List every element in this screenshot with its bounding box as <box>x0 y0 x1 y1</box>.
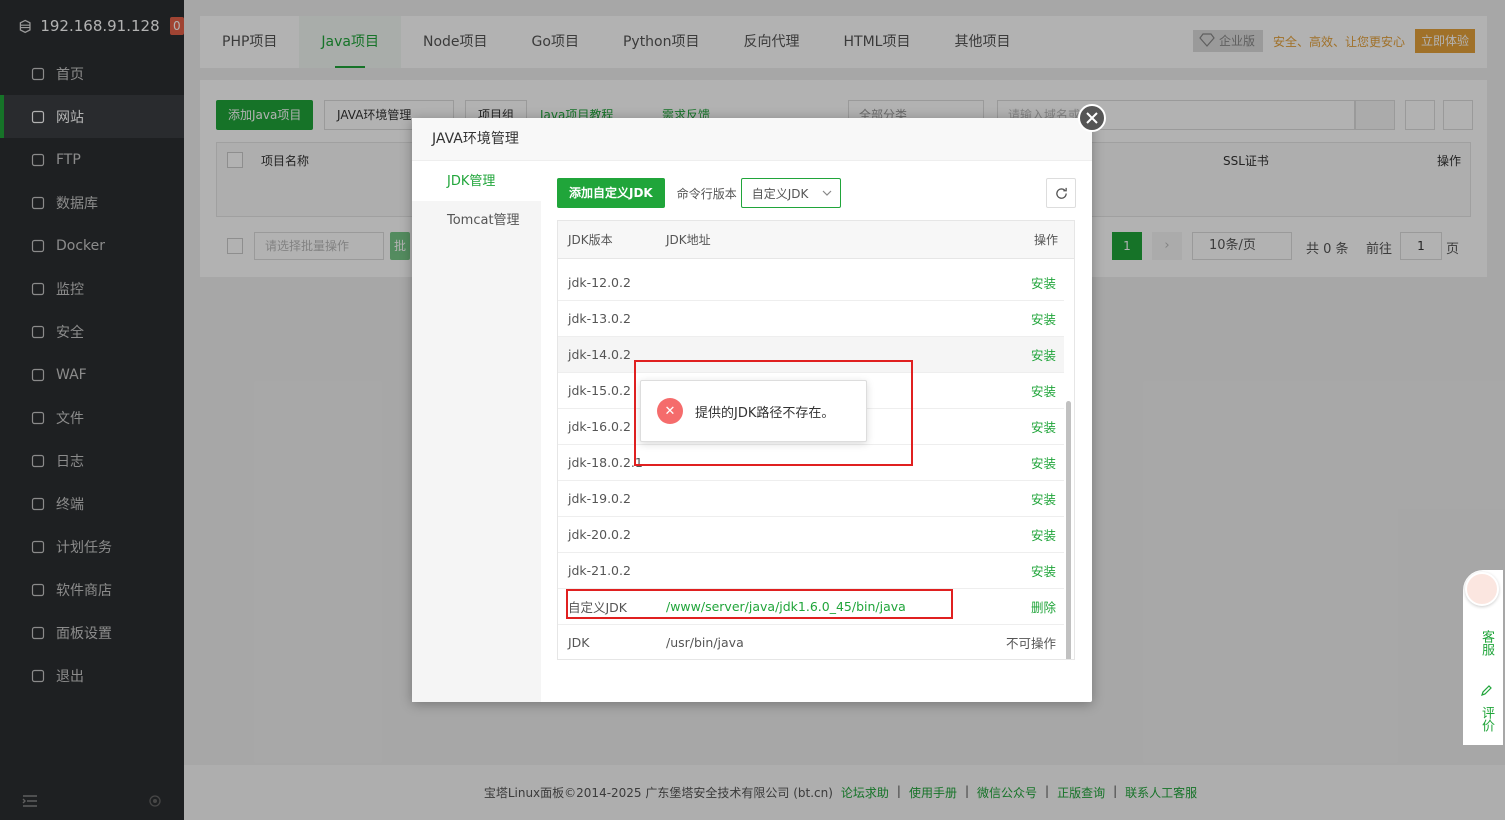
cmd-version-label: 命令行版本 <box>676 186 737 201</box>
jdk-action-button[interactable]: 安装 <box>992 381 1064 400</box>
jdk-row: jdk-19.0.2 安装 <box>558 481 1064 517</box>
jdk-version: JDK <box>568 635 590 650</box>
error-toast: ✕ 提供的JDK路径不存在。 <box>640 380 867 442</box>
error-message: 提供的JDK路径不存在。 <box>695 405 835 421</box>
jdk-action-button: 不可操作 <box>1005 636 1056 651</box>
col-jdk-path: JDK地址 <box>666 233 711 247</box>
service-avatar[interactable] <box>1465 572 1499 606</box>
rate-label[interactable]: 评价 <box>1479 706 1494 732</box>
jdk-action-button[interactable]: 安装 <box>992 525 1064 544</box>
jdk-version: jdk-19.0.2 <box>568 491 631 506</box>
dialog-side-tabs: JDK管理 Tomcat管理 <box>412 162 541 702</box>
chevron-down-icon <box>822 190 832 196</box>
jdk-action-button[interactable]: 安装 <box>992 453 1064 472</box>
jdk-row: jdk-20.0.2 安装 <box>558 517 1064 553</box>
jdk-action-button[interactable]: 安装 <box>992 489 1064 508</box>
jdk-action-button[interactable]: 安装 <box>992 273 1064 292</box>
dialog-close-button[interactable] <box>1078 104 1106 132</box>
refresh-icon <box>1055 187 1067 199</box>
tab-jdk-management[interactable]: JDK管理 <box>412 162 541 201</box>
jdk-toolbar: 添加自定义JDK 命令行版本 自定义JDK <box>557 178 1076 208</box>
jdk-row: JDK/usr/bin/java 不可操作 <box>558 625 1064 659</box>
close-icon <box>1086 112 1098 124</box>
jdk-version: jdk-12.0.2 <box>568 275 631 290</box>
annotation-box-custom-jdk <box>566 589 953 619</box>
cmd-version-value: 自定义JDK <box>751 186 809 201</box>
refresh-jdk-button[interactable] <box>1046 178 1076 208</box>
add-custom-jdk-button[interactable]: 添加自定义JDK <box>557 178 665 208</box>
jdk-version: jdk-13.0.2 <box>568 311 631 326</box>
jdk-version: jdk-20.0.2 <box>568 527 631 542</box>
jdk-action-button[interactable]: 安装 <box>992 345 1064 364</box>
customer-service-float[interactable]: 客服 评价 <box>1463 570 1503 745</box>
col-jdk-action: 操作 <box>1033 233 1058 247</box>
tab-tomcat-management[interactable]: Tomcat管理 <box>412 201 541 240</box>
jdk-row: jdk-12.0.2 安装 <box>558 265 1064 301</box>
edit-icon <box>1481 685 1492 696</box>
jdk-table-header: JDK版本 JDK地址 操作 <box>558 221 1074 259</box>
jdk-action-button[interactable]: 安装 <box>992 561 1064 580</box>
jdk-row: jdk-13.0.2 安装 <box>558 301 1064 337</box>
jdk-action-button[interactable]: 安装 <box>992 309 1064 328</box>
col-jdk-version: JDK版本 <box>568 233 613 247</box>
chat-service-label[interactable]: 客服 <box>1479 630 1494 656</box>
jdk-path: /usr/bin/java <box>666 635 744 650</box>
jdk-action-button[interactable]: 安装 <box>992 417 1064 436</box>
error-icon: ✕ <box>657 398 683 424</box>
jdk-version: jdk-21.0.2 <box>568 563 631 578</box>
jdk-row: jdk-21.0.2 安装 <box>558 553 1064 589</box>
cmd-version-select[interactable]: 自定义JDK <box>740 178 842 208</box>
table-scrollbar[interactable] <box>1066 401 1071 659</box>
dialog-title: JAVA环境管理 <box>412 118 1092 161</box>
jdk-action-button[interactable]: 删除 <box>992 597 1064 616</box>
